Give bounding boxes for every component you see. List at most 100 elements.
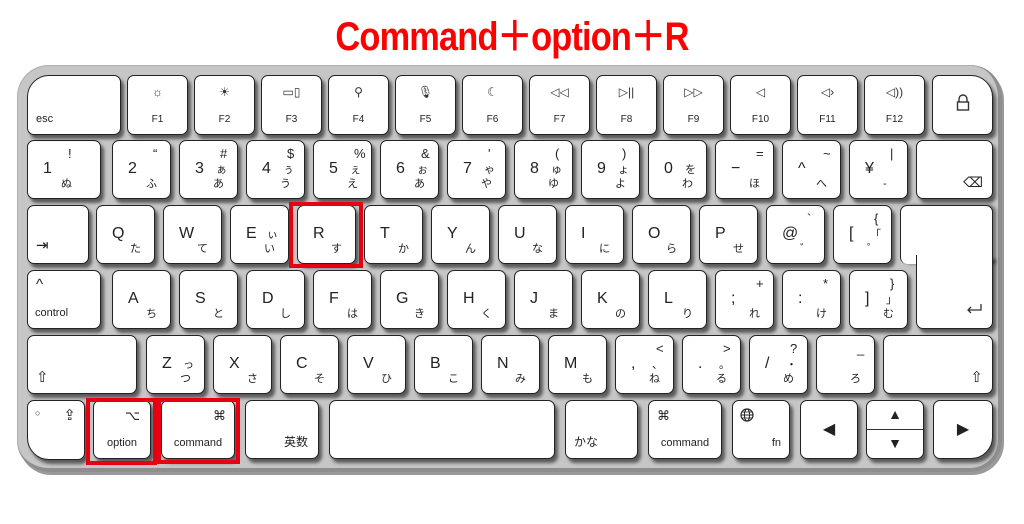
key-kana-label: ん (465, 243, 476, 255)
key-q[interactable]: Qた (96, 205, 155, 264)
key-f10[interactable]: ◁ F10 (730, 75, 791, 135)
key-4[interactable]: 4 $ うぅ (246, 140, 305, 199)
key-8[interactable]: 8 (ゆゅ (514, 140, 573, 199)
key-9[interactable]: 9) よょ (581, 140, 640, 199)
key-delete[interactable]: ⌫ (916, 140, 993, 199)
key-10[interactable]: 0わを (648, 140, 707, 199)
key-6[interactable]: 6 & あぉ (380, 140, 439, 199)
key-f8[interactable]: ▷|| F8 (596, 75, 657, 135)
key-main-label: P (715, 225, 726, 242)
key-fn[interactable]: fn (732, 400, 790, 459)
key-main-label: 4 (262, 160, 271, 177)
key-f1[interactable]: ☼ F1 (127, 75, 188, 135)
key-[[interactable]: [{゜ 「 (833, 205, 892, 264)
key-i[interactable]: Iに (565, 205, 624, 264)
key-main-label: [ (849, 225, 854, 242)
key-c[interactable]: Cそ (280, 335, 339, 394)
key-caps-lock[interactable]: ○ ⇪ (27, 400, 85, 460)
key-][interactable]: ]} む 」 (849, 270, 908, 329)
key-f2[interactable]: ☀ F2 (194, 75, 255, 135)
key-f[interactable]: Fは (313, 270, 372, 329)
key-/[interactable]: /? め ・ (749, 335, 808, 394)
key-arrow-left[interactable]: ◀ (800, 400, 858, 459)
key-f4[interactable]: ⚲ F4 (328, 75, 389, 135)
key-f9[interactable]: ▷▷ F9 (663, 75, 724, 135)
key-main-label: I (581, 225, 586, 242)
key-return-lower[interactable] (916, 255, 993, 329)
key-o[interactable]: Oら (632, 205, 691, 264)
key-y[interactable]: Yん (431, 205, 490, 264)
key-3[interactable]: 3 # あぁ (179, 140, 238, 199)
key-j[interactable]: Jま (514, 270, 573, 329)
key-command-left[interactable]: ⌘ command (161, 400, 235, 459)
key-;[interactable]: ; + れ (715, 270, 774, 329)
key-s[interactable]: Sと (179, 270, 238, 329)
key-lock[interactable] (932, 75, 993, 135)
key-f12[interactable]: ◁)) F12 (864, 75, 925, 135)
key-kana-label: わ (682, 178, 693, 190)
key-shift-label: { (874, 211, 879, 226)
key-7[interactable]: 7 ' やゃ (447, 140, 506, 199)
key-arrow-up[interactable]: ▲ (867, 401, 923, 430)
key-x[interactable]: Xさ (213, 335, 272, 394)
key-f5[interactable]: 🎙 F5 (395, 75, 456, 135)
key-shift-right[interactable]: ⇧ (883, 335, 993, 394)
key-kana-label: ほ (749, 178, 760, 190)
key-r[interactable]: Rす (297, 205, 356, 264)
key-kana-label: ゜ (867, 243, 878, 255)
key-underscore[interactable]: _ ろ (816, 335, 875, 394)
key-d[interactable]: Dし (246, 270, 305, 329)
key-arrow-down[interactable]: ▼ (867, 430, 923, 458)
command-label: command (660, 437, 710, 449)
key-2[interactable]: 2 “ ふ (112, 140, 171, 199)
key-v[interactable]: Vひ (347, 335, 406, 394)
key-g[interactable]: Gき (380, 270, 439, 329)
key-m[interactable]: Mも (548, 335, 607, 394)
key-w[interactable]: Wて (163, 205, 222, 264)
key-f6[interactable]: ☾ F6 (462, 75, 523, 135)
key-k[interactable]: Kの (581, 270, 640, 329)
key-h[interactable]: Hく (447, 270, 506, 329)
key-esc[interactable]: esc (27, 75, 121, 135)
key-control[interactable]: ^ control (27, 270, 101, 329)
key-kana[interactable]: かな (565, 400, 638, 459)
key-1[interactable]: 1! ぬ (27, 140, 101, 199)
key-:[interactable]: : * け (782, 270, 841, 329)
key-kana-small-label: 」 (886, 294, 897, 306)
key-13[interactable]: ¥ | - (849, 140, 908, 199)
key-f7[interactable]: ◁◁ F7 (529, 75, 590, 135)
key-u[interactable]: Uな (498, 205, 557, 264)
key-kana-label: も (582, 373, 593, 385)
key-command-right[interactable]: ⌘ command (648, 400, 722, 459)
key-kana-small-label: ・ (786, 359, 797, 371)
key-@[interactable]: @ ` ゛ (766, 205, 825, 264)
key-p[interactable]: Pせ (699, 205, 758, 264)
key-t[interactable]: Tか (364, 205, 423, 264)
key-l[interactable]: Lり (648, 270, 707, 329)
key-main-label: ; (731, 290, 736, 307)
key-f3[interactable]: ▭▯ F3 (261, 75, 322, 135)
key-,[interactable]: , < ね 、 (615, 335, 674, 394)
key-f11[interactable]: ◁› F11 (797, 75, 858, 135)
key-option[interactable]: ⌥ option (93, 400, 151, 459)
key-kana-small-label: ぃ (267, 229, 278, 241)
key-main-label: 8 (530, 160, 539, 177)
key-5[interactable]: 5% えぇ (313, 140, 372, 199)
key-shift-left[interactable]: ⇧ (27, 335, 137, 394)
key-12[interactable]: ^ ~ へ (782, 140, 841, 199)
key-.[interactable]: . > る 。 (682, 335, 741, 394)
key-z[interactable]: Zつっ (146, 335, 205, 394)
key-11[interactable]: − = ほ (715, 140, 774, 199)
volume-up-icon: ◁)) (885, 85, 904, 99)
key-arrow-right[interactable]: ▶ (933, 400, 993, 459)
key-space[interactable] (329, 400, 555, 459)
key-tab[interactable]: ⇥ (27, 205, 89, 264)
key-n[interactable]: Nみ (481, 335, 540, 394)
key-a[interactable]: Aち (112, 270, 171, 329)
key-e[interactable]: Eいぃ (230, 205, 289, 264)
return-icon (965, 303, 983, 319)
key-b[interactable]: Bこ (414, 335, 473, 394)
key-eisu[interactable]: 英数 (245, 400, 319, 459)
key-shift-label: # (220, 146, 228, 161)
key-main-label: 6 (396, 160, 405, 177)
